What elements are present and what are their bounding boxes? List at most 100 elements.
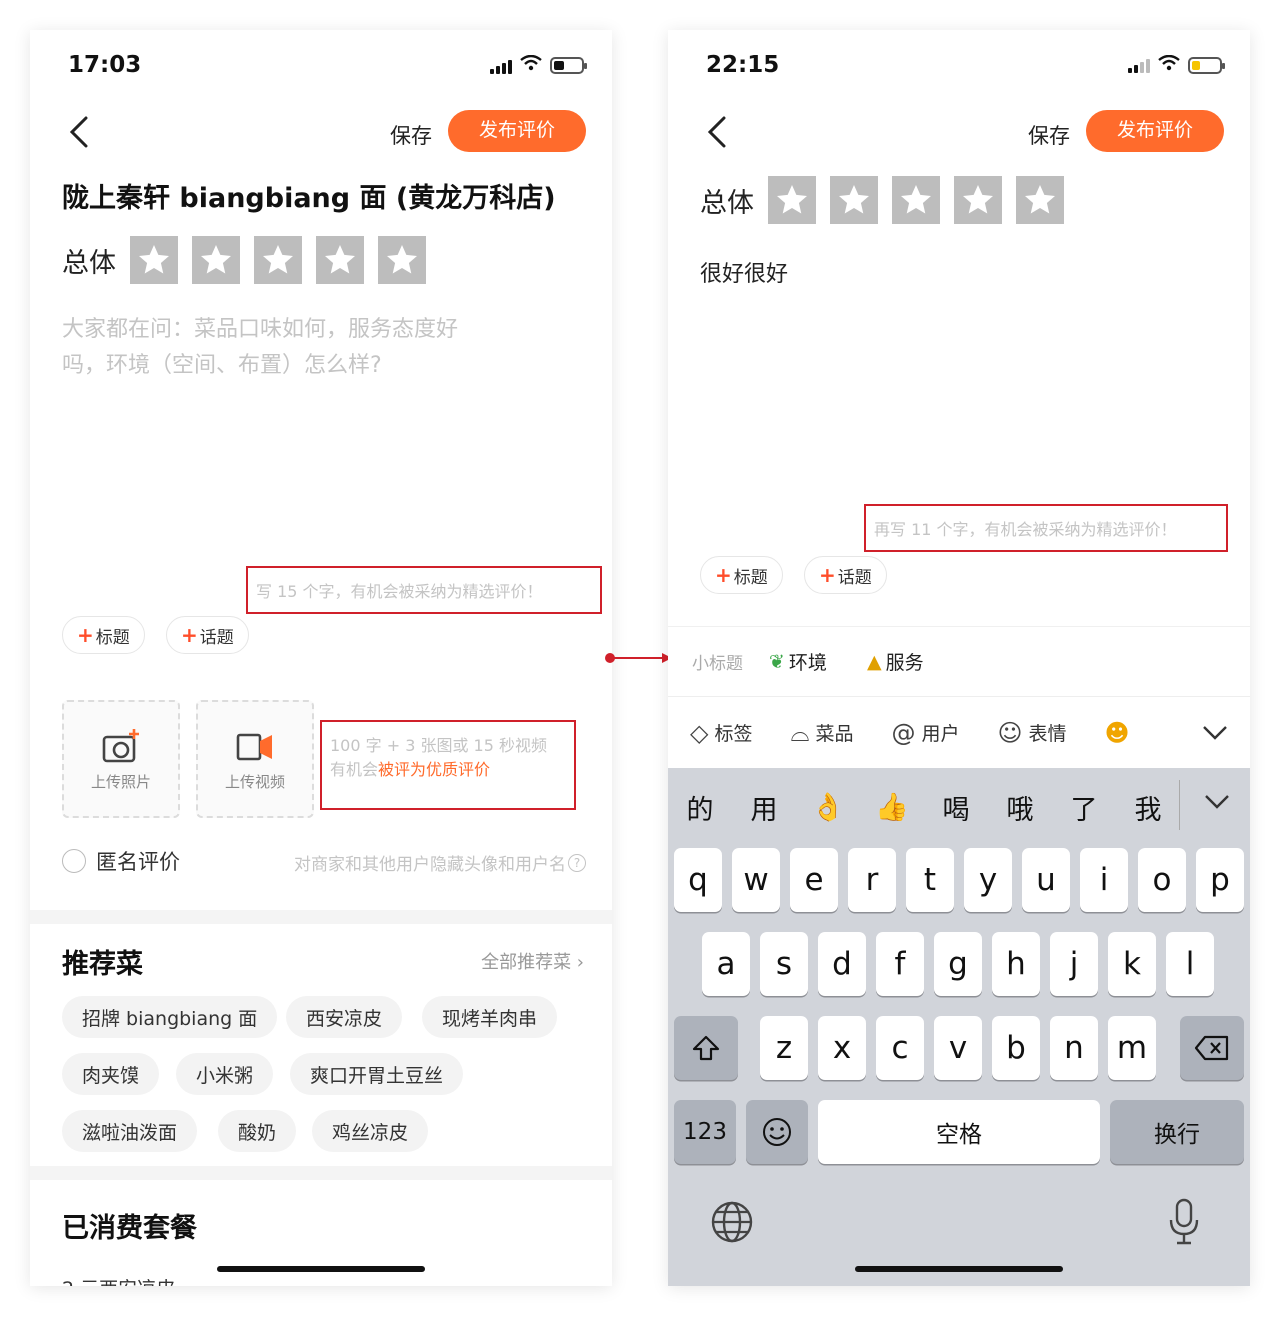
home-indicator (217, 1266, 425, 1272)
candidate[interactable]: 我 (1116, 788, 1180, 827)
add-topic-chip[interactable]: + 话题 (166, 616, 249, 654)
back-chevron-icon[interactable] (700, 112, 740, 152)
key[interactable]: j (1050, 932, 1098, 996)
sticker-icon[interactable]: ☻ (1105, 719, 1136, 747)
star-icon[interactable] (1016, 176, 1064, 224)
star-icon[interactable] (316, 236, 364, 284)
recommend-dish[interactable]: 招牌 biangbiang 面 (62, 996, 278, 1038)
star-icon[interactable] (830, 176, 878, 224)
candidate[interactable]: 👍 (860, 791, 924, 823)
upload-video-button[interactable]: 上传视频 (196, 700, 314, 818)
key[interactable]: c (876, 1016, 924, 1080)
key[interactable]: p (1196, 848, 1244, 912)
review-textarea[interactable]: 大家都在问：菜品口味如何，服务态度好 吗，环境（空间、布置）怎么样? (62, 312, 542, 384)
publish-review-button[interactable]: 发布评价 (448, 110, 586, 152)
key[interactable]: i (1080, 848, 1128, 912)
recommend-dish[interactable]: 鸡丝凉皮 (312, 1110, 429, 1152)
battery-icon (1188, 56, 1225, 74)
key[interactable]: d (818, 932, 866, 996)
consumed-package-item[interactable]: 2 元西安凉皮 (62, 1274, 175, 1286)
toolbar-dish[interactable]: ⌓ 菜品 (790, 719, 853, 747)
section-divider (30, 1166, 612, 1180)
key[interactable]: t (906, 848, 954, 912)
microphone-icon[interactable] (1168, 1198, 1200, 1250)
space-key[interactable]: 空格 (818, 1100, 1100, 1164)
key[interactable]: n (1050, 1016, 1098, 1080)
star-icon[interactable] (768, 176, 816, 224)
quality-review-hint: 100 字 + 3 张图或 15 秒视频 有机会被评为优质评价 (320, 720, 576, 810)
star-icon[interactable] (954, 176, 1002, 224)
expand-candidates-icon[interactable] (1204, 788, 1230, 816)
return-key[interactable]: 换行 (1110, 1100, 1244, 1164)
back-chevron-icon[interactable] (62, 112, 102, 152)
key[interactable]: a (702, 932, 750, 996)
key[interactable]: g (934, 932, 982, 996)
globe-icon[interactable] (710, 1200, 754, 1248)
at-icon: @ (891, 718, 916, 747)
tag-icon: ◇ (690, 718, 709, 747)
radio-button[interactable] (62, 849, 86, 873)
key[interactable]: x (818, 1016, 866, 1080)
subtitle-service[interactable]: ▲ 服务 (867, 648, 924, 675)
key[interactable]: f (876, 932, 924, 996)
shift-key[interactable] (674, 1016, 738, 1080)
add-topic-chip[interactable]: + 话题 (804, 556, 887, 594)
recommend-title: 推荐菜 (62, 949, 143, 980)
backspace-icon (1194, 1035, 1229, 1061)
upload-photo-button[interactable]: 上传照片 (62, 700, 180, 818)
subtitle-environment[interactable]: ❦ 环境 (769, 648, 827, 675)
candidate[interactable]: 喝 (924, 788, 988, 827)
recommend-dish[interactable]: 肉夹馍 (62, 1053, 160, 1095)
recommend-dish[interactable]: 酸奶 (218, 1110, 297, 1152)
candidate[interactable]: 👌 (796, 791, 860, 823)
star-icon[interactable] (378, 236, 426, 284)
key[interactable]: u (1022, 848, 1070, 912)
key[interactable]: e (790, 848, 838, 912)
key[interactable]: w (732, 848, 780, 912)
numbers-key[interactable]: 123 (674, 1100, 736, 1164)
word-count-hint: 写 15 个字，有机会被采纳为精选评价！ (246, 566, 602, 614)
candidate[interactable]: 的 (668, 788, 732, 827)
recommend-dish[interactable]: 现烤羊肉串 (422, 996, 558, 1038)
publish-review-button[interactable]: 发布评价 (1086, 110, 1224, 152)
upload-video-label: 上传视频 (224, 772, 285, 791)
recommend-dish[interactable]: 小米粥 (176, 1053, 274, 1095)
emoji-key[interactable] (746, 1100, 808, 1164)
key[interactable]: q (674, 848, 722, 912)
recommend-dish[interactable]: 爽口开胃土豆丝 (290, 1053, 464, 1095)
recommend-dish[interactable]: 西安凉皮 (286, 996, 403, 1038)
star-icon[interactable] (254, 236, 302, 284)
toolbar-user[interactable]: @ 用户 (891, 719, 959, 747)
save-button[interactable]: 保存 (1028, 120, 1070, 150)
key[interactable]: z (760, 1016, 808, 1080)
save-button[interactable]: 保存 (390, 120, 432, 150)
toolbar-emoji[interactable]: ☺ 表情 (998, 719, 1067, 747)
key[interactable]: y (964, 848, 1012, 912)
help-icon[interactable]: ? (568, 853, 586, 872)
key[interactable]: s (760, 932, 808, 996)
see-all-recommend-link[interactable]: 全部推荐菜 › (481, 948, 584, 974)
candidate[interactable]: 哦 (988, 788, 1052, 827)
key[interactable]: h (992, 932, 1040, 996)
candidate[interactable]: 用 (732, 788, 796, 827)
star-icon[interactable] (892, 176, 940, 224)
review-textarea[interactable]: 很好很好 (700, 256, 788, 288)
key[interactable]: k (1108, 932, 1156, 996)
star-icon[interactable] (192, 236, 240, 284)
key[interactable]: r (848, 848, 896, 912)
key[interactable]: o (1138, 848, 1186, 912)
star-icon[interactable] (130, 236, 178, 284)
key[interactable]: v (934, 1016, 982, 1080)
backspace-key[interactable] (1180, 1016, 1244, 1080)
status-time: 22:15 (706, 52, 780, 78)
chevron-down-icon[interactable] (1202, 719, 1228, 747)
anonymous-toggle[interactable]: 匿名评价 (62, 846, 180, 876)
key[interactable]: b (992, 1016, 1040, 1080)
key[interactable]: l (1166, 932, 1214, 996)
key[interactable]: m (1108, 1016, 1156, 1080)
candidate[interactable]: 了 (1052, 788, 1116, 827)
add-title-chip[interactable]: + 标题 (700, 556, 783, 594)
toolbar-tag[interactable]: ◇ 标签 (690, 719, 752, 747)
add-title-chip[interactable]: + 标题 (62, 616, 145, 654)
recommend-dish[interactable]: 滋啦油泼面 (62, 1110, 198, 1152)
